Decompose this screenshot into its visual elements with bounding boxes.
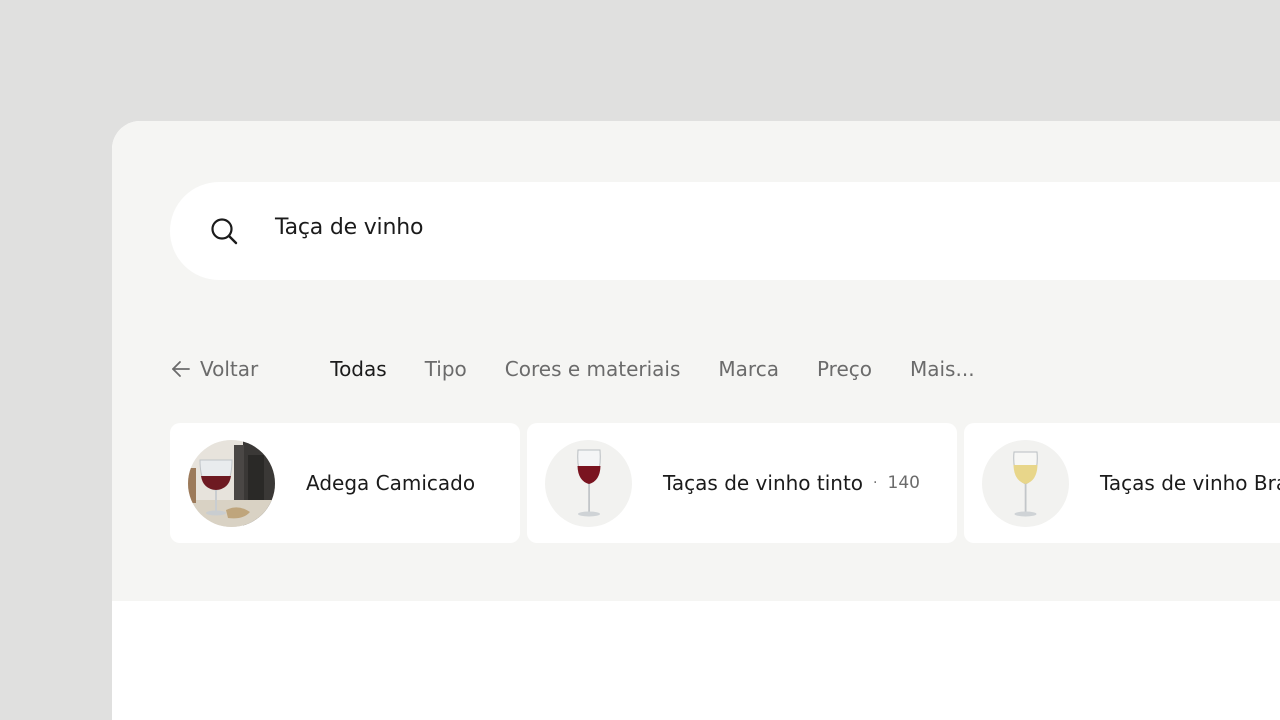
search-icon[interactable]	[210, 217, 238, 245]
suggestion-card-adega-camicado[interactable]: Adega Camicado	[170, 423, 520, 543]
separator-dot: ·	[873, 475, 878, 491]
search-panel: Taça de vinho Voltar Todas Tipo Cores e …	[112, 121, 1280, 720]
back-label: Voltar	[200, 357, 259, 381]
white-wine-glass-photo	[982, 439, 1069, 527]
tab-preco[interactable]: Preço	[817, 357, 872, 381]
tab-cores-e-materiais[interactable]: Cores e materiais	[505, 357, 681, 381]
filter-bar: Voltar Todas Tipo Cores e materiais Marc…	[170, 355, 975, 383]
tab-todas[interactable]: Todas	[330, 357, 386, 381]
tab-marca[interactable]: Marca	[718, 357, 779, 381]
red-wine-glass-photo	[545, 439, 632, 527]
search-bar[interactable]: Taça de vinho	[170, 182, 1280, 280]
suggestion-card-tacas-vinho-branco[interactable]: Taças de vinho Branco	[964, 423, 1280, 543]
suggestion-label: Taças de vinho tinto	[663, 471, 864, 495]
suggestion-label: Taças de vinho Branco	[1100, 471, 1280, 495]
tab-mais[interactable]: Mais...	[910, 357, 975, 381]
suggestion-label: Adega Camicado	[306, 471, 476, 495]
search-input[interactable]: Taça de vinho	[275, 215, 423, 240]
result-count: 140	[887, 473, 920, 493]
tab-tipo[interactable]: Tipo	[425, 357, 467, 381]
search-panel-header: Taça de vinho Voltar Todas Tipo Cores e …	[112, 121, 1280, 601]
wine-glass-and-bottles-photo	[188, 439, 275, 527]
filter-tabs: Todas Tipo Cores e materiais Marca Preço…	[330, 357, 974, 381]
arrow-left-icon	[170, 358, 192, 380]
back-button[interactable]: Voltar	[170, 357, 258, 381]
suggestion-card-tacas-vinho-tinto[interactable]: Taças de vinho tinto · 140	[527, 423, 957, 543]
